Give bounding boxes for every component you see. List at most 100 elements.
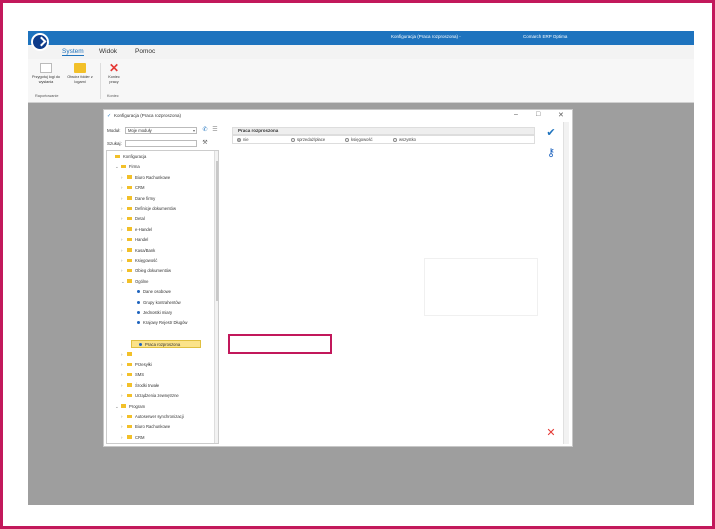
tree-item[interactable]: › Detal — [121, 215, 145, 223]
open-logs-folder-label: Otwórz folder z logami — [67, 75, 93, 84]
configuration-dialog: ✓ Konfiguracja (Praca rozproszona) – □ ✕… — [103, 109, 573, 447]
tab-widok[interactable]: Widok — [99, 48, 117, 55]
tree-item[interactable]: ⌄ Ogólne — [121, 278, 149, 286]
chevron-down-icon: ▾ — [192, 128, 195, 133]
tree-item[interactable]: Konfiguracja — [109, 153, 146, 161]
tree-item[interactable]: › — [121, 351, 135, 359]
tree-item-label: Biuro Rachunkowe — [135, 424, 171, 430]
wrench-icon[interactable]: ⚒ — [201, 139, 209, 147]
tree-scrollbar[interactable] — [214, 151, 218, 443]
tree-item-label: Ogólne — [135, 278, 149, 284]
cancel-close-icon[interactable]: ✕ — [544, 426, 558, 440]
radio-sprzedaz-place-label: sprzedaż/płace — [297, 137, 326, 142]
folder-icon — [127, 372, 132, 377]
title-bar: Konfiguracja (Praca rozproszona) - Comar… — [28, 31, 694, 45]
highlight-frame — [228, 334, 332, 354]
radio-unselected-icon — [393, 138, 397, 142]
tree-item[interactable]: › SMS — [121, 371, 144, 379]
tree-item[interactable]: › Przesyłki — [121, 361, 152, 369]
tree-item[interactable]: › Biuro Rachunkowe — [121, 174, 170, 182]
tree-item[interactable]: › Biuro Rachunkowe — [121, 423, 170, 431]
tab-system[interactable]: System — [62, 48, 84, 56]
tree-item-label: CRM — [135, 434, 145, 440]
folder-icon — [127, 362, 132, 366]
tree-item[interactable]: › Handel — [121, 236, 148, 244]
folder-icon — [127, 393, 132, 398]
tree-item[interactable] — [131, 330, 137, 338]
minimize-button[interactable]: – — [514, 111, 518, 118]
save-check-icon[interactable]: ✔ — [544, 126, 558, 140]
list-icon[interactable]: ☰ — [211, 126, 219, 134]
tab-pomoc[interactable]: Pomoc — [135, 48, 155, 55]
ribbon-separator — [100, 63, 101, 99]
tree-scroll-thumb[interactable] — [216, 161, 218, 301]
tree-item-label: Biuro Rachunkowe — [135, 174, 171, 180]
tree-item[interactable]: › Urządzenia zewnętrzne — [121, 392, 179, 400]
dialog-title: Konfiguracja (Praca rozproszona) — [114, 113, 182, 118]
config-tree: Konfiguracja ⌄ Firma › Biuro Rachunkowe › CRM ›… — [106, 150, 219, 444]
config-icon: ✓ — [107, 113, 112, 119]
folder-icon — [127, 258, 132, 262]
document-icon — [40, 63, 52, 73]
tree-item-selected[interactable]: Praca rozproszona — [131, 340, 202, 349]
app-name: Comarch ERP Optima — [523, 34, 568, 39]
setting-icon — [137, 311, 140, 314]
radio-ksiegowosc[interactable]: księgowość — [345, 137, 373, 143]
panel-title: Praca rozproszona — [232, 127, 535, 135]
blank-panel — [424, 258, 538, 316]
tree-item[interactable]: › Kasa/Bank — [121, 247, 155, 255]
tree-item[interactable]: › e-Handel — [121, 226, 152, 234]
radio-group: nie sprzedaż/płace księgowość wszystko — [232, 135, 535, 144]
tree-item-label: Autoserwer synchronizacji — [135, 414, 184, 419]
folder-icon — [127, 216, 132, 221]
radio-sprzedaz-place[interactable]: sprzedaż/płace — [291, 137, 325, 143]
tree-item[interactable]: › Dane firmy — [121, 195, 155, 203]
setting-icon — [137, 321, 140, 325]
open-logs-folder-button[interactable]: Otwórz folder z logami — [64, 63, 96, 84]
tree-item-label: Przesyłki — [135, 362, 152, 367]
tree-item-label: Grupy kontrahentów — [143, 299, 181, 305]
folder-icon — [127, 424, 132, 429]
tree-item[interactable]: ⌄ Program — [115, 403, 145, 411]
tree-item[interactable]: › Księgowość — [121, 257, 157, 265]
tree-item-label: Program — [129, 403, 146, 409]
folder-icon — [127, 227, 132, 231]
key-icon[interactable]: ⚷ — [544, 146, 558, 160]
ribbon-panel: Przygotuj logi do wysłania Otwórz folder… — [28, 59, 694, 103]
exit-button[interactable]: ✕ Koniec pracy — [104, 61, 124, 84]
app-logo-icon[interactable] — [31, 33, 49, 51]
tree-item[interactable]: Dane osobowe — [131, 288, 171, 296]
radio-nie[interactable]: nie — [237, 137, 249, 143]
radio-ksiegowosc-label: księgowość — [351, 137, 373, 142]
tree-item[interactable]: › Autoserwer synchronizacji — [121, 413, 184, 421]
search-input[interactable] — [125, 140, 197, 147]
folder-icon — [127, 383, 132, 387]
folder-icon — [127, 352, 132, 356]
module-select[interactable]: Moje moduły ▾ — [125, 127, 197, 134]
tree-item[interactable]: › Obieg dokumentów — [121, 267, 171, 275]
phone-icon[interactable]: ✆ — [201, 126, 209, 134]
folder-icon — [127, 268, 132, 273]
setting-icon — [137, 300, 140, 304]
tree-item[interactable]: ⌄ Firma — [115, 163, 140, 171]
close-dialog-button[interactable]: ✕ — [558, 111, 564, 119]
tree-item-label: Urządzenia zewnętrzne — [135, 393, 179, 399]
tree-item-label: SMS — [135, 372, 145, 378]
tree-item[interactable]: › Definicje dokumentów — [121, 205, 176, 213]
tree-item[interactable]: Krajowy Rejestr Długów — [131, 319, 187, 327]
radio-wszystko-label: wszystko — [399, 137, 416, 142]
tree-item[interactable]: Grupy kontrahentów — [131, 299, 181, 307]
module-select-value: Moje moduły — [128, 128, 152, 133]
right-scrollbar[interactable] — [563, 122, 569, 444]
prepare-logs-button[interactable]: Przygotuj logi do wysłania — [30, 63, 62, 84]
maximize-button[interactable]: □ — [536, 111, 540, 118]
folder-icon — [74, 63, 86, 73]
tree-item[interactable]: › Środki trwałe — [121, 382, 159, 390]
tree-item-label: Firma — [129, 164, 140, 170]
close-icon: ✕ — [108, 61, 120, 75]
tree-item[interactable]: › CRM — [121, 184, 145, 192]
tree-item[interactable]: Jednostki miary — [131, 309, 172, 317]
folder-icon — [127, 185, 132, 190]
tree-item[interactable]: › CRM — [121, 434, 145, 442]
radio-wszystko[interactable]: wszystko — [393, 137, 416, 143]
